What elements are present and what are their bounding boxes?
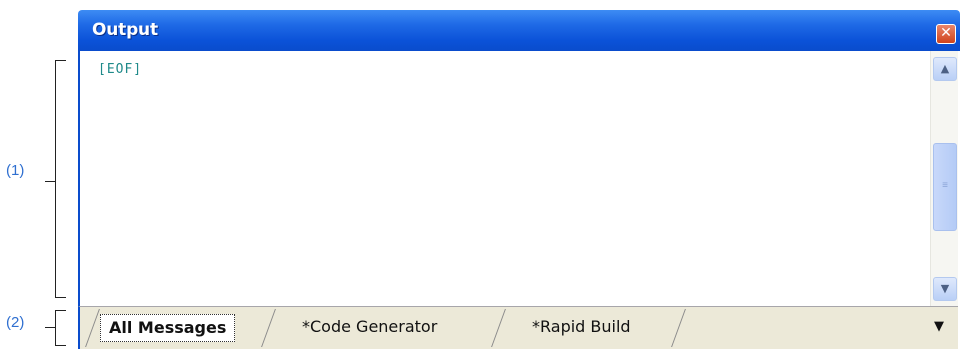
scroll-thumb[interactable]: ≡ (933, 143, 957, 231)
message-area[interactable]: [EOF] (78, 51, 930, 306)
tab-rapid-build[interactable]: *Rapid Build (524, 311, 639, 343)
scroll-down-arrow-icon: ▼ (940, 282, 950, 295)
tab-bar: All Messages *Code Generator *Rapid Buil… (78, 306, 958, 349)
callout-bracket-2 (55, 310, 66, 346)
eof-marker: [EOF] (98, 62, 143, 77)
callout-label-1: (1) (6, 162, 25, 179)
tab-divider (491, 309, 506, 347)
tab-divider (671, 309, 686, 347)
tab-divider (85, 309, 100, 347)
dropdown-arrow-icon[interactable]: ▼ (934, 319, 944, 334)
callout-label-2: (2) (6, 314, 25, 331)
output-panel: Output ✕ [EOF] ▲ ≡ ▼ All Messages *Code … (78, 10, 960, 349)
scroll-up-button[interactable]: ▲ (933, 57, 957, 81)
tab-divider (261, 309, 276, 347)
tab-all-messages[interactable]: All Messages (100, 314, 236, 342)
panel-title: Output (92, 20, 158, 40)
close-button[interactable]: ✕ (936, 24, 956, 44)
tab-code-generator[interactable]: *Code Generator (294, 311, 445, 343)
callout-tick-2 (45, 327, 55, 328)
callout-bracket-1 (55, 60, 66, 298)
title-bar: Output ✕ (78, 10, 960, 51)
vertical-scrollbar[interactable]: ▲ ≡ ▼ (930, 51, 958, 306)
close-icon: ✕ (940, 25, 952, 41)
scroll-up-arrow-icon: ▲ (940, 62, 950, 75)
scroll-down-button[interactable]: ▼ (933, 277, 957, 301)
callout-tick-1 (45, 181, 55, 182)
scroll-thumb-grip-icon: ≡ (942, 180, 948, 191)
